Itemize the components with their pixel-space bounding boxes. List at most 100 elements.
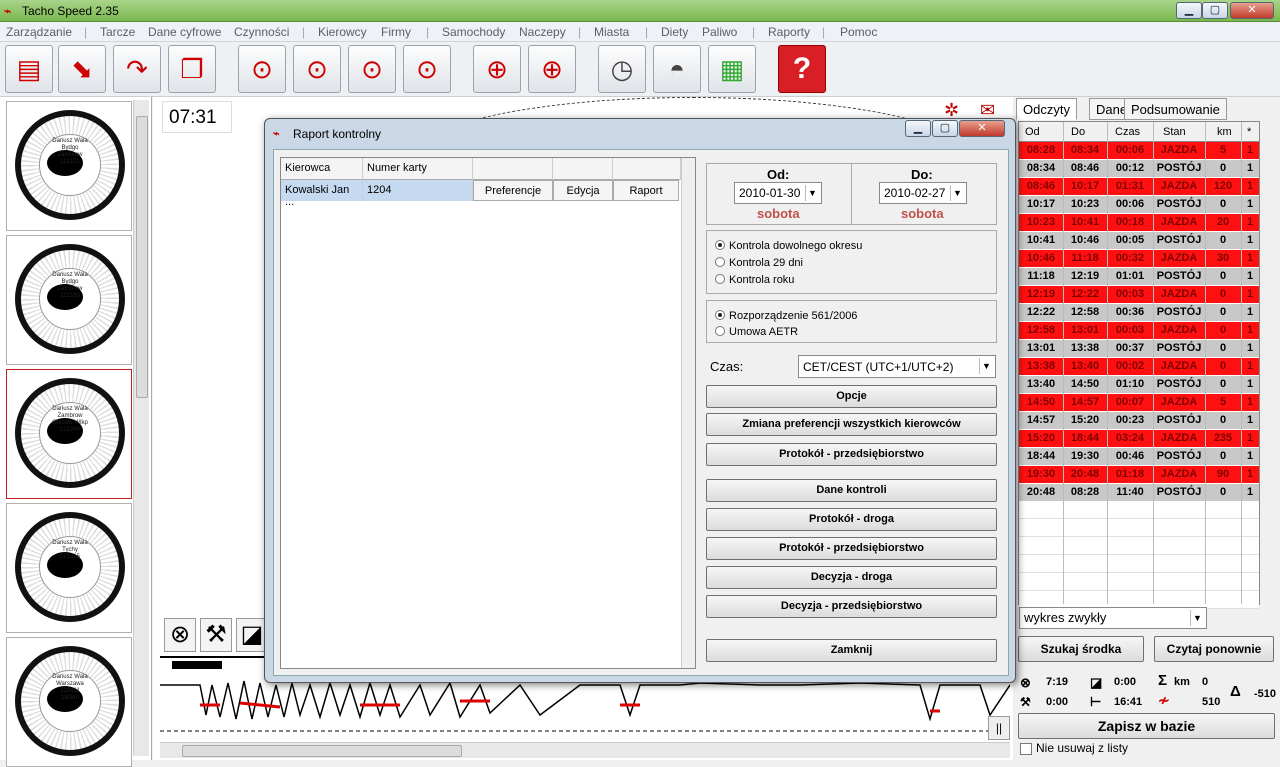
menu-dane-cyfrowe[interactable]: Dane cyfrowe bbox=[148, 25, 221, 39]
table-row[interactable]: 19:30 20:48 01:18 JAZDA 90 1 bbox=[1019, 466, 1259, 483]
nie-usuwaj-checkbox[interactable]: Nie usuwaj z listy bbox=[1020, 741, 1128, 755]
disc-label-line: 122411 bbox=[60, 688, 80, 694]
radio-dowolny-okres[interactable]: Kontrola dowolnego okresu bbox=[715, 240, 862, 252]
menu-raporty[interactable]: Raporty bbox=[768, 25, 810, 39]
radio-roku[interactable]: Kontrola roku bbox=[715, 274, 794, 286]
timezone-select[interactable]: CET/CEST (UTC+1/UTC+2) ▼ bbox=[798, 355, 996, 378]
opcje-button[interactable]: Opcje bbox=[706, 385, 997, 408]
table-scrollbar[interactable] bbox=[681, 158, 695, 668]
minimize-button[interactable]: ▁ bbox=[1176, 2, 1202, 19]
menu-miasta[interactable]: Miasta bbox=[594, 25, 629, 39]
table-row[interactable]: 20:48 08:28 11:40 POSTÓJ 0 1 bbox=[1019, 484, 1259, 501]
zamknij-button[interactable]: Zamknij bbox=[706, 639, 997, 662]
radio-29-dni[interactable]: Kontrola 29 dni bbox=[715, 257, 803, 269]
schedule-icon[interactable]: ▦ bbox=[708, 45, 756, 93]
table-row[interactable]: 10:23 10:41 00:18 JAZDA 20 1 bbox=[1019, 214, 1259, 231]
documents-icon[interactable]: ❐ bbox=[168, 45, 216, 93]
menu-zarzadzanie[interactable]: Zarządzanie bbox=[6, 25, 72, 39]
disc-label-line: Zambrow bbox=[57, 286, 83, 292]
menu-naczepy[interactable]: Naczepy bbox=[519, 25, 566, 39]
table-row[interactable]: 10:46 11:18 00:32 JAZDA 30 1 bbox=[1019, 250, 1259, 267]
scanner-icon[interactable]: ⬊ bbox=[58, 45, 106, 93]
table-row[interactable]: 12:19 12:22 00:03 JAZDA 0 1 bbox=[1019, 286, 1259, 303]
checkbox-box[interactable] bbox=[1020, 742, 1032, 755]
menu-diety[interactable]: Diety bbox=[661, 25, 688, 39]
table-row[interactable]: 13:01 13:38 00:37 POSTÓJ 0 1 bbox=[1019, 340, 1259, 357]
help-icon[interactable]: ? bbox=[778, 45, 826, 93]
table-row[interactable]: 13:38 13:40 00:02 JAZDA 0 1 bbox=[1019, 358, 1259, 375]
table-row[interactable]: 12:58 13:01 00:03 JAZDA 0 1 bbox=[1019, 322, 1259, 339]
decyzja-droga-button[interactable]: Decyzja - droga bbox=[706, 566, 997, 589]
dialog-maximize-button[interactable]: ▢ bbox=[932, 120, 958, 137]
rotate-down-icon[interactable]: ⊙ bbox=[238, 45, 286, 93]
availability-icon: ◪ bbox=[1090, 675, 1103, 690]
maximize-button[interactable]: ▢ bbox=[1202, 2, 1228, 19]
dialog-close-button[interactable]: ✕ bbox=[959, 120, 1005, 137]
move-left-icon[interactable]: ⊕ bbox=[473, 45, 521, 93]
tab-odczyty[interactable]: Odczyty bbox=[1016, 98, 1077, 120]
karta-cell[interactable]: 1204 bbox=[363, 180, 473, 201]
hammers-icon[interactable]: ⚒ bbox=[200, 618, 232, 652]
menu-tarcze[interactable]: Tarcze bbox=[100, 25, 135, 39]
close-button[interactable]: ✕ bbox=[1230, 2, 1274, 19]
kierowca-cell[interactable]: Kowalski Jan ... bbox=[281, 180, 363, 208]
officer-cap-icon[interactable]: ◓ bbox=[653, 45, 701, 93]
menu-pomoc[interactable]: Pomoc bbox=[840, 25, 877, 39]
table-row[interactable]: 14:57 15:20 00:23 POSTÓJ 0 1 bbox=[1019, 412, 1259, 429]
decyzja-przedsiebiorstwo-button[interactable]: Decyzja - przedsiębiorstwo bbox=[706, 595, 997, 618]
steering-wheel-icon[interactable]: ⊗ bbox=[164, 618, 196, 652]
import-folder-icon[interactable]: ↷ bbox=[113, 45, 161, 93]
zmiana-preferencji-button[interactable]: Zmiana preferencji wszystkich kierowców bbox=[706, 413, 997, 436]
do-date-picker[interactable]: 2010-02-27 ▼ bbox=[879, 182, 967, 204]
dialog-minimize-button[interactable]: ▁ bbox=[905, 120, 931, 137]
rotate-up-icon[interactable]: ⊙ bbox=[293, 45, 341, 93]
menu-paliwo[interactable]: Paliwo bbox=[702, 25, 737, 39]
table-row[interactable]: 08:34 08:46 00:12 POSTÓJ 0 1 bbox=[1019, 160, 1259, 177]
chart-mode-select[interactable]: wykres zwykły ▼ bbox=[1019, 607, 1207, 629]
table-row[interactable]: 14:50 14:57 00:07 JAZDA 5 1 bbox=[1019, 394, 1259, 411]
protokol-przedsiebiorstwo-button-1[interactable]: Protokół - przedsiębiorstwo bbox=[706, 443, 997, 466]
table-row[interactable]: 18:44 19:30 00:46 POSTÓJ 0 1 bbox=[1019, 448, 1259, 465]
disc-thumbnail[interactable]: Dariusz Wala Zambrow Gorzów Wlkp 121240 bbox=[6, 369, 132, 499]
disc-thumbnail[interactable]: Dariusz Wala Warszawa 122411 180km bbox=[6, 637, 132, 767]
table-row[interactable]: Kowalski Jan ... 1204 Preferencje Edycja… bbox=[281, 180, 695, 208]
radio-aetr[interactable]: Umowa AETR bbox=[715, 326, 798, 338]
pause-button[interactable]: || bbox=[988, 716, 1010, 740]
tab-podsumowanie[interactable]: Podsumowanie bbox=[1124, 98, 1227, 120]
edycja-button[interactable]: Edycja bbox=[553, 180, 613, 201]
table-row[interactable]: 10:41 10:46 00:05 POSTÓJ 0 1 bbox=[1019, 232, 1259, 249]
dane-kontroli-button[interactable]: Dane kontroli bbox=[706, 479, 997, 502]
disc-thumbnail[interactable]: Dariusz Wala Bydgo Zambrow 121101 bbox=[6, 101, 132, 231]
table-row[interactable]: 08:46 10:17 01:31 JAZDA 120 1 bbox=[1019, 178, 1259, 195]
chart-scrollbar[interactable] bbox=[160, 742, 1010, 758]
rotate-left-icon[interactable]: ⊙ bbox=[348, 45, 396, 93]
table-row[interactable]: 10:17 10:23 00:06 POSTÓJ 0 1 bbox=[1019, 196, 1259, 213]
protokol-droga-button[interactable]: Protokół - droga bbox=[706, 508, 997, 531]
menu-czynnosci[interactable]: Czynności bbox=[234, 25, 289, 39]
czytaj-ponownie-button[interactable]: Czytaj ponownie bbox=[1154, 636, 1274, 662]
menu-kierowcy[interactable]: Kierowcy bbox=[318, 25, 367, 39]
card-reader-icon[interactable]: ▤ bbox=[5, 45, 53, 93]
table-row[interactable]: 15:20 18:44 03:24 JAZDA 235 1 bbox=[1019, 430, 1259, 447]
szukaj-srodka-button[interactable]: Szukaj środka bbox=[1018, 636, 1144, 662]
grid-cell: JAZDA bbox=[1160, 432, 1198, 444]
clock-calculator-icon[interactable]: ◷ bbox=[598, 45, 646, 93]
table-row[interactable]: 13:40 14:50 01:10 POSTÓJ 0 1 bbox=[1019, 376, 1259, 393]
menu-samochody[interactable]: Samochody bbox=[442, 25, 505, 39]
col-numer-karty: Numer karty bbox=[363, 158, 473, 180]
protokol-przedsiebiorstwo-button-2[interactable]: Protokół - przedsiębiorstwo bbox=[706, 537, 997, 560]
table-row[interactable]: 11:18 12:19 01:01 POSTÓJ 0 1 bbox=[1019, 268, 1259, 285]
rotate-right-icon[interactable]: ⊙ bbox=[403, 45, 451, 93]
table-row[interactable]: 12:22 12:58 00:36 POSTÓJ 0 1 bbox=[1019, 304, 1259, 321]
raport-button[interactable]: Raport bbox=[613, 180, 679, 201]
zapisz-w-bazie-button[interactable]: Zapisz w bazie bbox=[1018, 713, 1275, 739]
preferencje-button[interactable]: Preferencje bbox=[473, 180, 553, 201]
od-date-picker[interactable]: 2010-01-30 ▼ bbox=[734, 182, 822, 204]
move-right-icon[interactable]: ⊕ bbox=[528, 45, 576, 93]
table-row[interactable]: 08:28 08:34 00:06 JAZDA 5 1 bbox=[1019, 142, 1259, 159]
menu-firmy[interactable]: Firmy bbox=[381, 25, 411, 39]
disc-list-scrollbar[interactable] bbox=[133, 100, 149, 756]
disc-thumbnail[interactable]: Dariusz Wala Tychy 121315 bbox=[6, 503, 132, 633]
disc-thumbnail[interactable]: Dariusz Wala Bydgo Zambrow 121199 bbox=[6, 235, 132, 365]
radio-rozporzadzenie[interactable]: Rozporządzenie 561/2006 bbox=[715, 310, 857, 322]
